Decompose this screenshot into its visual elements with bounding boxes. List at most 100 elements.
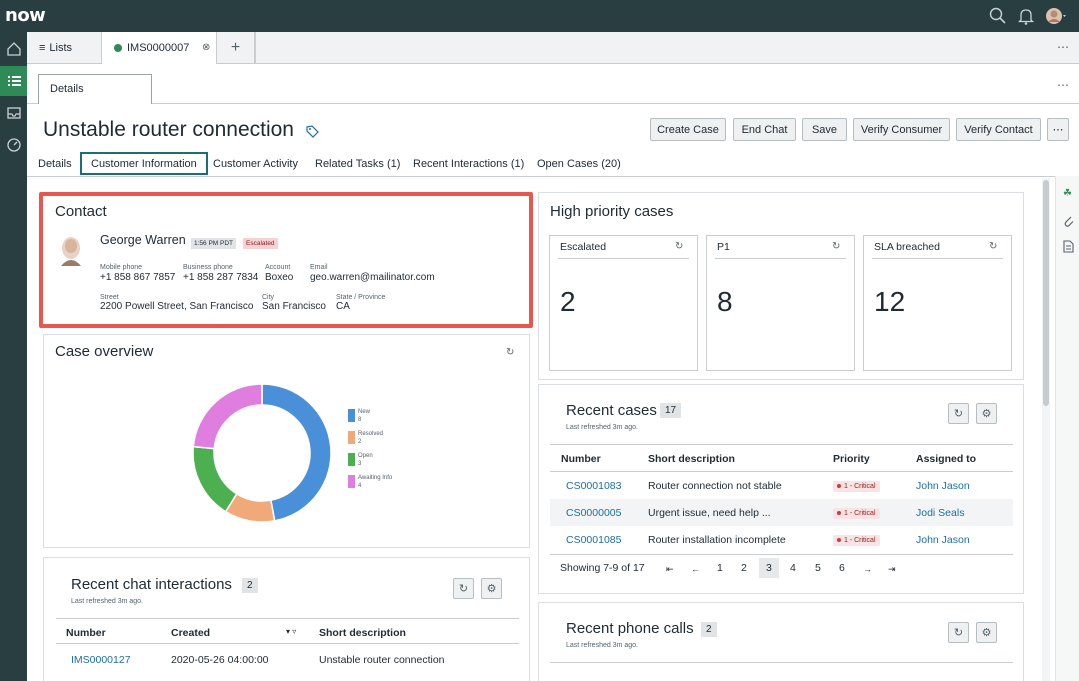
next-page-icon[interactable]: → — [863, 564, 872, 574]
top-bar: now — [0, 0, 1079, 32]
end-chat-button[interactable]: End Chat — [733, 118, 796, 141]
email-value[interactable]: geo.warren@mailinator.com — [310, 272, 435, 283]
refresh-button[interactable]: ↻ — [948, 403, 969, 424]
table-row[interactable]: CS0001083 Router connection not stable 1… — [550, 472, 1013, 499]
assigned-link[interactable]: John Jason — [916, 534, 970, 546]
attachment-icon[interactable] — [1063, 214, 1074, 230]
legend-label[interactable]: New 8 — [358, 408, 370, 424]
create-case-button[interactable]: Create Case — [650, 118, 726, 141]
col-assigned-to[interactable]: Assigned to — [916, 453, 976, 465]
kpi-sla-value: 12 — [874, 286, 906, 317]
tab-open-cases[interactable]: Open Cases (20) — [537, 152, 621, 175]
close-tab-icon[interactable]: ⊗ — [202, 42, 210, 53]
chat-number-link[interactable]: IMS0000127 — [71, 654, 131, 666]
subtab-details[interactable]: Details — [38, 74, 152, 104]
legend-label[interactable]: Resolved 2 — [358, 430, 383, 446]
legend-swatch[interactable] — [348, 453, 355, 466]
kpi-sla-breached[interactable]: SLA breached ↻ 12 — [863, 235, 1012, 371]
legend-swatch[interactable] — [348, 409, 355, 422]
tab-recent-interactions[interactable]: Recent Interactions (1) — [413, 152, 524, 175]
subtab-more-icon[interactable]: ⋯ — [1057, 78, 1069, 92]
assigned-link[interactable]: Jodi Seals — [916, 507, 964, 519]
tab-details[interactable]: Details — [38, 152, 72, 175]
business-value[interactable]: +1 858 287 7834 — [183, 272, 258, 283]
verify-consumer-button[interactable]: Verify Consumer — [853, 118, 950, 141]
prev-page-icon[interactable]: ← — [691, 564, 700, 574]
case-number-link[interactable]: CS0001085 — [566, 534, 621, 546]
bell-icon[interactable] — [1016, 6, 1036, 26]
col-created[interactable]: Created — [171, 627, 210, 639]
col-short-description[interactable]: Short description — [648, 453, 735, 465]
page-6[interactable]: 6 — [839, 562, 845, 574]
refresh-icon[interactable]: ↻ — [989, 241, 997, 252]
assigned-link[interactable]: John Jason — [916, 480, 970, 492]
add-tab-button[interactable]: + — [217, 32, 255, 64]
account-value[interactable]: Boxeo — [265, 272, 293, 283]
contact-card: Contact George Warren 1:56 PM PDT Escala… — [39, 192, 533, 328]
menu-icon: ≡ — [39, 42, 46, 54]
tag-icon[interactable] — [306, 125, 319, 141]
settings-button[interactable]: ⚙ — [976, 622, 997, 643]
legend-swatch[interactable] — [348, 475, 355, 488]
legend-label[interactable]: Awaiting Info 4 — [358, 474, 392, 490]
record-tabs: Details Customer Information Customer Ac… — [27, 152, 1055, 177]
table-row[interactable]: CS0001085 Router installation incomplete… — [550, 526, 1013, 553]
inbox-icon[interactable] — [0, 98, 27, 128]
page-5[interactable]: 5 — [815, 562, 821, 574]
recent-phone-count: 2 — [701, 622, 717, 637]
legend-swatch[interactable] — [348, 431, 355, 444]
refresh-icon[interactable]: ↻ — [506, 347, 514, 358]
now-logo[interactable]: now — [5, 5, 46, 26]
tab-customer-activity[interactable]: Customer Activity — [213, 152, 298, 175]
tab-ims[interactable]: IMS0000007 ⊗ — [102, 32, 217, 64]
page-1[interactable]: 1 — [717, 562, 723, 574]
scrollbar-thumb[interactable] — [1043, 180, 1049, 406]
page-title: Unstable router connection — [43, 118, 294, 141]
recent-chat-card: Recent chat interactions 2 Last refreshe… — [43, 557, 530, 681]
priority-badge: 1 - Critical — [833, 481, 880, 492]
left-nav — [0, 32, 27, 681]
col-number[interactable]: Number — [66, 627, 106, 639]
sort-filter-icon[interactable]: ▾ ▿ — [286, 627, 296, 636]
user-avatar[interactable] — [1045, 6, 1066, 26]
refresh-button[interactable]: ↻ — [948, 622, 969, 643]
tab-customer-information[interactable]: Customer Information — [80, 152, 208, 175]
tab-lists[interactable]: ≡ Lists — [27, 32, 102, 64]
tab-related-tasks[interactable]: Related Tasks (1) — [315, 152, 400, 175]
page-4[interactable]: 4 — [790, 562, 796, 574]
table-row[interactable]: CS0000005 Urgent issue, need help ... 1 … — [550, 499, 1013, 526]
agent-assist-icon[interactable]: ☘ — [1063, 188, 1072, 199]
refresh-icon[interactable]: ↻ — [832, 241, 840, 252]
settings-button[interactable]: ⚙ — [481, 578, 502, 599]
refresh-button[interactable]: ↻ — [453, 578, 474, 599]
col-short-description[interactable]: Short description — [319, 627, 406, 639]
save-button[interactable]: Save — [802, 118, 847, 141]
page-2[interactable]: 2 — [741, 562, 747, 574]
kpi-p1[interactable]: P1 ↻ 8 — [706, 235, 855, 371]
recent-cases-refreshed: Last refreshed 3m ago. — [566, 424, 638, 431]
kpi-escalated[interactable]: Escalated ↻ 2 — [549, 235, 698, 371]
dashboard-icon[interactable] — [0, 130, 27, 160]
mobile-value[interactable]: +1 858 867 7857 — [100, 272, 175, 283]
list-icon[interactable] — [0, 66, 27, 96]
col-number[interactable]: Number — [561, 453, 601, 465]
case-number-link[interactable]: CS0001083 — [566, 480, 621, 492]
col-priority[interactable]: Priority — [833, 453, 870, 465]
more-actions-button[interactable]: ⋯ — [1047, 118, 1069, 141]
donut-slice-new[interactable] — [261, 383, 332, 522]
home-icon[interactable] — [0, 34, 27, 64]
legend-label[interactable]: Open 3 — [358, 452, 373, 468]
more-options-icon[interactable]: ⋯ — [1057, 40, 1069, 54]
tab-ims-label: IMS0000007 — [127, 42, 190, 54]
last-page-icon[interactable]: ⇥ — [888, 564, 896, 575]
settings-button[interactable]: ⚙ — [976, 403, 997, 424]
first-page-icon[interactable]: ⇤ — [666, 564, 674, 575]
page-3-current[interactable]: 3 — [759, 558, 779, 578]
donut-slice-awaiting-info[interactable] — [192, 383, 263, 450]
donut-slice-open[interactable] — [192, 445, 238, 513]
case-number-link[interactable]: CS0000005 — [566, 507, 621, 519]
document-icon[interactable] — [1063, 240, 1074, 256]
refresh-icon[interactable]: ↻ — [675, 241, 683, 252]
search-icon[interactable] — [988, 6, 1008, 26]
verify-contact-button[interactable]: Verify Contact — [956, 118, 1041, 141]
